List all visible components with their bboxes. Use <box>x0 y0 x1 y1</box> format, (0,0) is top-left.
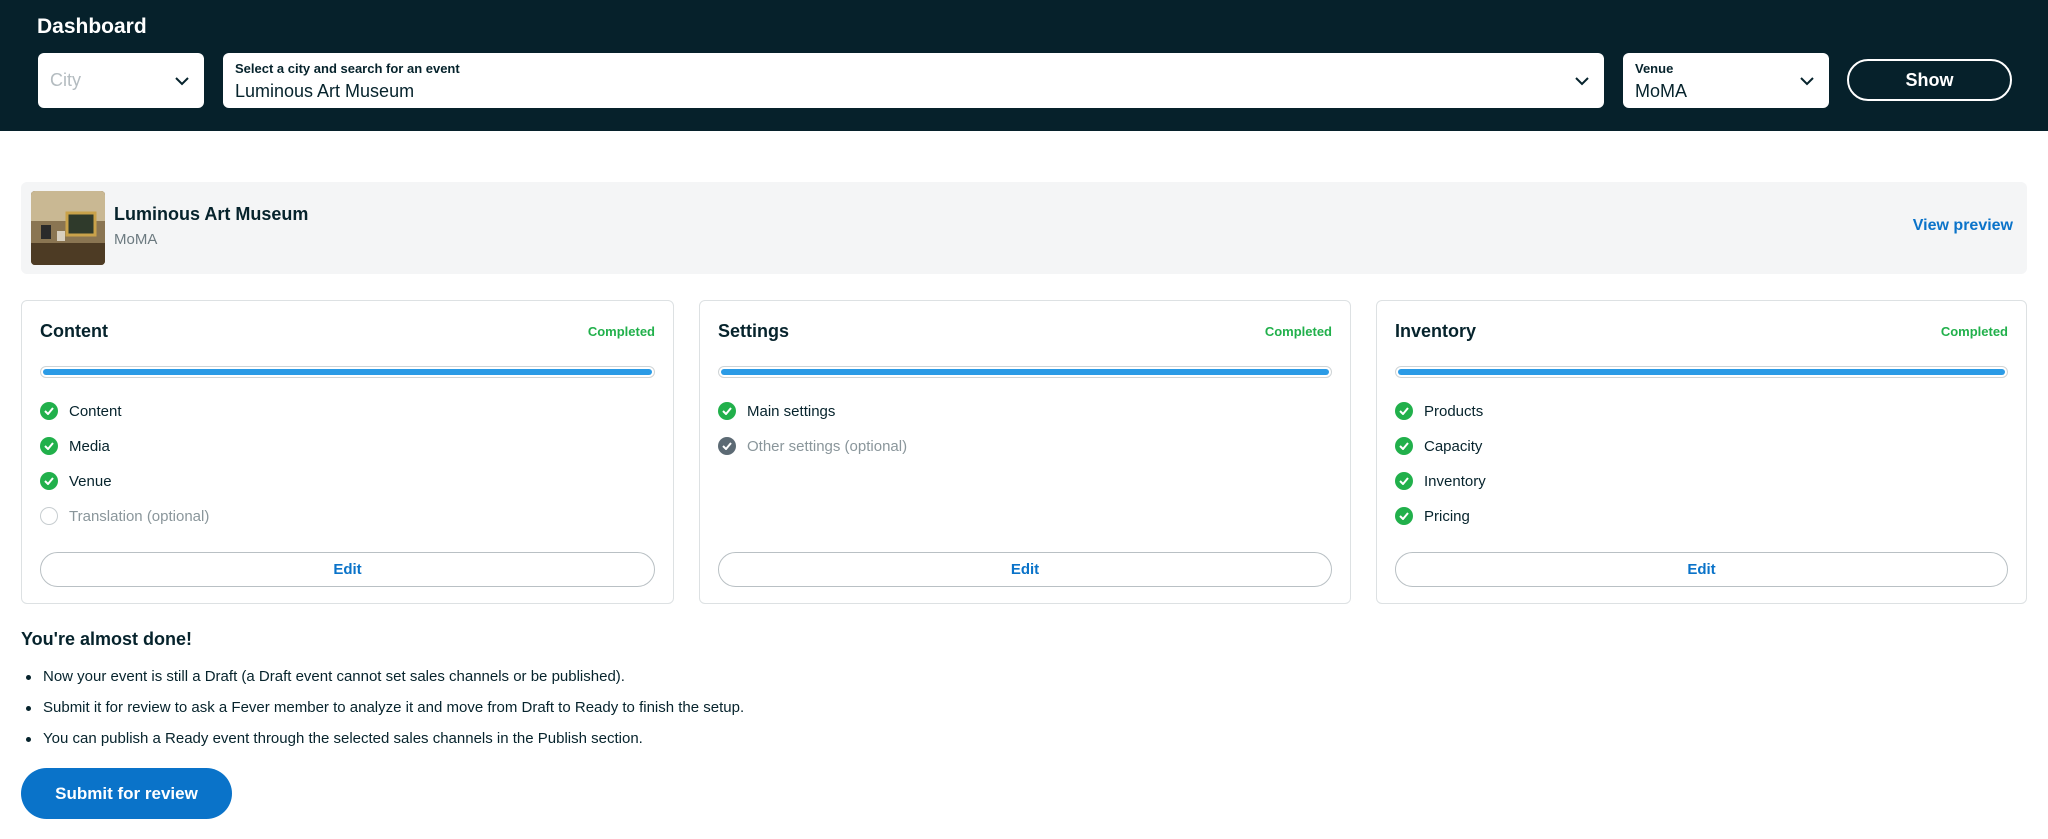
status-badge: Completed <box>1940 324 2008 339</box>
event-banner: Luminous Art Museum MoMA View preview <box>21 182 2027 274</box>
submit-for-review-button[interactable]: Submit for review <box>21 768 232 819</box>
content-card: Content Completed Content Media Venue Tr… <box>21 300 674 604</box>
venue-value: MoMA <box>1635 81 1688 101</box>
checklist-item-products: Products <box>1395 400 1483 422</box>
info-bullet: You can publish a Ready event through th… <box>21 728 744 759</box>
view-preview-link[interactable]: View preview <box>1913 217 2013 235</box>
progress-bar <box>40 366 655 378</box>
progress-fill <box>721 369 1329 375</box>
checklist-item-content: Content <box>40 400 122 422</box>
checklist-item-label: Pricing <box>1424 507 1470 525</box>
progress-fill <box>1398 369 2005 375</box>
check-circle-icon <box>1395 472 1413 490</box>
edit-inventory-button[interactable]: Edit <box>1395 552 2008 587</box>
checklist-item-other-settings: Other settings (optional) <box>718 435 907 457</box>
inventory-card: Inventory Completed Products Capacity In… <box>1376 300 2027 604</box>
info-bullet: Submit it for review to ask a Fever memb… <box>21 697 744 728</box>
card-title: Inventory <box>1395 321 1477 341</box>
progress-fill <box>43 369 652 375</box>
chevron-down-icon <box>1800 77 1814 86</box>
check-circle-icon <box>40 472 58 490</box>
checklist-item-capacity: Capacity <box>1395 435 1482 457</box>
checklist-item-inventory: Inventory <box>1395 470 1486 492</box>
venue-label: Venue <box>1635 61 1674 76</box>
almost-done-heading: You're almost done! <box>21 629 192 649</box>
event-search-label: Select a city and search for an event <box>235 61 460 76</box>
city-placeholder: City <box>50 70 81 90</box>
settings-card: Settings Completed Main settings Other s… <box>699 300 1351 604</box>
checklist-item-label: Venue <box>69 472 112 490</box>
checklist-item-label: Content <box>69 402 122 420</box>
check-circle-icon <box>1395 507 1413 525</box>
top-bar: Dashboard City Select a city and search … <box>0 0 2048 131</box>
check-circle-icon <box>1395 402 1413 420</box>
checklist-item-main-settings: Main settings <box>718 400 835 422</box>
checklist-item-media: Media <box>40 435 110 457</box>
checklist-item-translation: Translation (optional) <box>40 505 209 527</box>
checklist-item-label: Inventory <box>1424 472 1486 490</box>
checklist-item-venue: Venue <box>40 470 112 492</box>
edit-settings-button[interactable]: Edit <box>718 552 1332 587</box>
info-list: Now your event is still a Draft (a Draft… <box>21 666 744 759</box>
venue-select[interactable]: Venue MoMA <box>1623 53 1829 108</box>
checklist-item-label: Products <box>1424 402 1484 420</box>
empty-circle-icon <box>40 507 58 525</box>
chevron-down-icon <box>175 77 189 86</box>
event-thumbnail <box>31 191 105 265</box>
progress-bar <box>718 366 1332 378</box>
status-badge: Completed <box>587 324 655 339</box>
checklist-item-label: Translation (optional) <box>69 507 210 525</box>
check-circle-icon <box>40 437 58 455</box>
check-circle-icon <box>718 437 736 455</box>
checklist-item-label: Other settings (optional) <box>747 437 908 455</box>
check-circle-icon <box>1395 437 1413 455</box>
edit-content-button[interactable]: Edit <box>40 552 655 587</box>
event-name: Luminous Art Museum <box>114 204 309 224</box>
status-badge: Completed <box>1264 324 1332 339</box>
event-search-value: Luminous Art Museum <box>235 81 415 101</box>
checklist-item-label: Media <box>69 437 110 455</box>
checklist-item-label: Capacity <box>1424 437 1483 455</box>
progress-bar <box>1395 366 2008 378</box>
chevron-down-icon <box>1575 77 1589 86</box>
page-title: Dashboard <box>37 15 147 38</box>
check-circle-icon <box>40 402 58 420</box>
event-search-select[interactable]: Select a city and search for an event Lu… <box>223 53 1604 108</box>
city-select[interactable]: City <box>38 53 204 108</box>
checklist-item-pricing: Pricing <box>1395 505 1470 527</box>
show-button[interactable]: Show <box>1847 59 2012 101</box>
card-title: Settings <box>718 321 790 341</box>
event-venue: MoMA <box>114 231 158 248</box>
check-circle-icon <box>718 402 736 420</box>
checklist-item-label: Main settings <box>747 402 836 420</box>
card-title: Content <box>40 321 108 341</box>
info-bullet: Now your event is still a Draft (a Draft… <box>21 666 744 697</box>
